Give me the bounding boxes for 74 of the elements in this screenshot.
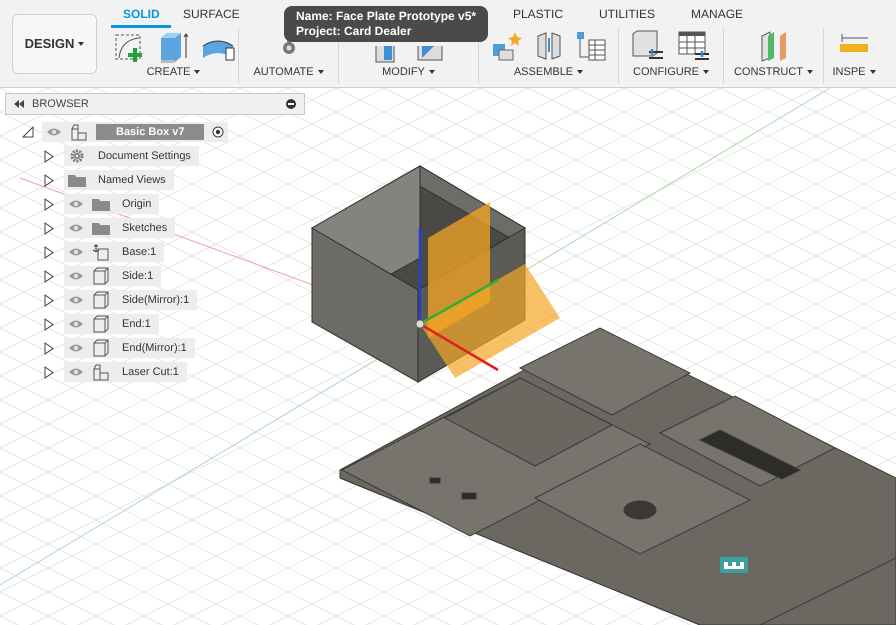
tree-item-label: End:1 — [121, 316, 152, 332]
expand-triangle-icon[interactable] — [44, 294, 54, 306]
caret-icon — [428, 70, 435, 74]
caret-icon — [78, 42, 84, 46]
expand-triangle-icon[interactable] — [44, 318, 54, 330]
folder-icon — [92, 221, 110, 235]
workspace-button[interactable]: DESIGN — [12, 14, 97, 74]
new-component-icon[interactable] — [490, 30, 522, 62]
sketch-plus-icon[interactable] — [112, 32, 144, 64]
folder-icon — [92, 197, 110, 211]
tree-item-label: Side(Mirror):1 — [121, 292, 190, 308]
caret-icon — [870, 70, 876, 74]
ribbon-tab[interactable]: UTILITIES — [587, 5, 668, 28]
tree-item-label: Document Settings — [97, 148, 192, 164]
expand-triangle-icon[interactable] — [44, 366, 54, 378]
tree-item[interactable]: Origin — [64, 194, 160, 214]
tree-item[interactable]: Base:1 — [64, 242, 164, 262]
joint-icon[interactable] — [534, 30, 562, 62]
component-icon — [92, 363, 110, 381]
tree-item[interactable]: Laser Cut:1 — [64, 362, 187, 382]
tree-item[interactable]: Side:1 — [64, 266, 162, 286]
anchored-cube-icon — [92, 243, 110, 261]
tree-item[interactable]: Document Settings — [64, 146, 199, 166]
tool-group-menu[interactable]: ASSEMBLE — [514, 64, 584, 80]
tree-item-label: Base:1 — [121, 244, 158, 260]
ribbon-tab[interactable]: PLASTIC — [501, 5, 576, 28]
tool-group-menu[interactable]: CONFIGURE — [633, 64, 709, 80]
tooltip-project: Project: Card Dealer — [296, 24, 412, 39]
tool-group-menu[interactable]: INSPE — [832, 64, 876, 80]
tree-item[interactable]: Named Views — [64, 170, 174, 190]
configure-table-icon[interactable] — [677, 30, 711, 62]
configure-cube-icon[interactable] — [631, 30, 665, 62]
tree-item-label: Side:1 — [121, 268, 154, 284]
expand-triangle-icon[interactable] — [44, 222, 54, 234]
cube-icon — [93, 291, 109, 309]
tree-item-label: Laser Cut:1 — [121, 364, 180, 380]
caret-icon — [194, 70, 200, 74]
expand-triangle-icon[interactable] — [44, 150, 54, 162]
gear-icon — [70, 149, 84, 163]
tree-item[interactable]: Side(Mirror):1 — [64, 290, 198, 310]
tool-group-menu[interactable]: CREATE — [146, 64, 200, 80]
caret-icon — [318, 70, 324, 74]
collapse-triangle-icon[interactable] — [22, 126, 34, 138]
cube-icon — [93, 315, 109, 333]
tree-item[interactable]: End(Mirror):1 — [64, 338, 195, 358]
minus-circle-icon[interactable] — [286, 99, 296, 109]
cube-icon — [93, 267, 109, 285]
tree-item-label: Origin — [121, 196, 152, 212]
tooltip-name: Name: Face Plate Prototype v5* — [296, 9, 476, 24]
comment-marker-icon[interactable] — [720, 557, 748, 573]
expand-triangle-icon[interactable] — [44, 270, 54, 282]
browser-title: BROWSER — [32, 96, 90, 112]
tree-item-label: Sketches — [121, 220, 168, 236]
folder-icon — [68, 173, 86, 187]
tree-item-label: End(Mirror):1 — [121, 340, 188, 356]
ribbon-tab[interactable]: SURFACE — [171, 5, 251, 28]
expand-triangle-icon[interactable] — [44, 246, 54, 258]
caret-icon — [703, 70, 709, 74]
tool-group-menu[interactable]: MODIFY — [382, 64, 435, 80]
tree-item-label: Named Views — [97, 172, 167, 188]
cube-icon — [93, 339, 109, 357]
component-table-icon[interactable] — [574, 30, 606, 62]
radio-active-icon[interactable] — [212, 126, 224, 138]
tool-group-menu[interactable]: CONSTRUCT — [734, 64, 814, 80]
expand-triangle-icon[interactable] — [44, 174, 54, 186]
tool-group-menu[interactable]: AUTOMATE — [253, 64, 324, 80]
expand-triangle-icon[interactable] — [44, 342, 54, 354]
collapse-arrows-icon[interactable] — [14, 100, 24, 108]
caret-icon — [807, 70, 814, 74]
ribbon-tab[interactable]: MANAGE — [679, 5, 756, 28]
tree-item[interactable]: Sketches — [64, 218, 176, 238]
caret-icon — [577, 70, 584, 74]
tree-item[interactable]: End:1 — [64, 314, 159, 334]
expand-triangle-icon[interactable] — [44, 198, 54, 210]
